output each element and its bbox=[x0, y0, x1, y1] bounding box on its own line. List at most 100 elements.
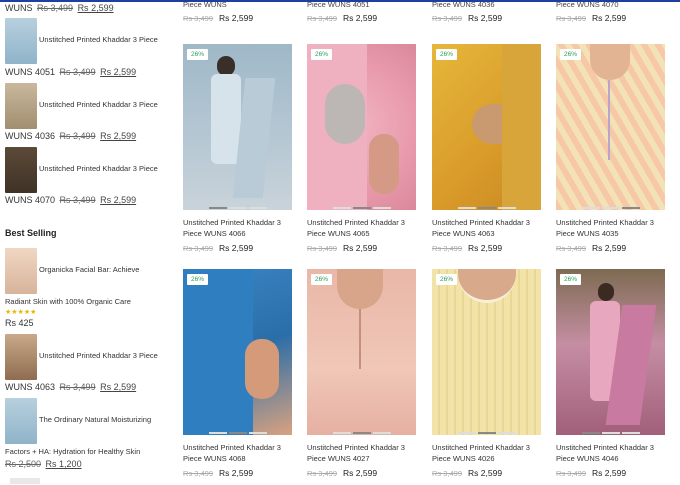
product-price: Rs 3,499 Rs 2,599 bbox=[432, 243, 503, 253]
sidebar: WUNS Rs 3,499 Rs 2,599 Unstitched Printe… bbox=[0, 0, 168, 485]
sidebar-next-thumbnail bbox=[10, 478, 40, 484]
product-price: Rs 3,499 Rs 2,599 bbox=[556, 468, 627, 478]
product-price: Rs 3,499 Rs 2,599 bbox=[556, 243, 627, 253]
image-carousel-indicator bbox=[432, 432, 541, 435]
discount-badge: 26% bbox=[311, 49, 333, 60]
discount-badge: 26% bbox=[436, 274, 458, 285]
product-card[interactable]: 26% Unstitched Printed Khaddar 3 Piece W… bbox=[556, 269, 665, 478]
product-title[interactable]: Piece WUNS 4036 bbox=[432, 0, 502, 9]
product-image[interactable]: 26% bbox=[183, 44, 292, 210]
placket-line bbox=[359, 309, 361, 369]
product-card[interactable]: 26% Unstitched Printed Khaddar 3 Piece W… bbox=[307, 44, 416, 253]
sidebar-product-title[interactable]: Organicka Facial Bar: Achieve bbox=[39, 265, 139, 274]
sidebar-product-title[interactable]: The Ordinary Natural Moisturizing bbox=[39, 415, 151, 424]
product-card[interactable]: 26% Unstitched Printed Khaddar 3 Piece W… bbox=[432, 269, 541, 478]
model-head bbox=[217, 56, 235, 76]
sidebar-top-price: WUNS Rs 3,499 Rs 2,599 bbox=[5, 3, 114, 13]
product-image[interactable]: 26% bbox=[432, 269, 541, 435]
product-title[interactable]: Piece WUNS 4051 bbox=[307, 0, 377, 9]
sidebar-product-title[interactable]: Unstitched Printed Khaddar 3 Piece bbox=[39, 351, 158, 360]
sidebar-product-price: WUNS 4051 Rs 3,499 Rs 2,599 bbox=[5, 67, 137, 77]
product-thumbnail[interactable] bbox=[5, 18, 37, 64]
product-title[interactable]: Unstitched Printed Khaddar 3 Piece WUNS … bbox=[307, 443, 416, 464]
product-price: Rs 3,499 Rs 2,599 bbox=[432, 468, 503, 478]
partial-product-card[interactable]: Piece WUNS 4036 Rs 3,499 Rs 2,599 bbox=[432, 0, 502, 23]
model-neck bbox=[590, 44, 630, 80]
product-card[interactable]: 26% Unstitched Printed Khaddar 3 Piece W… bbox=[432, 44, 541, 253]
product-image[interactable]: 26% bbox=[556, 44, 665, 210]
discount-badge: 26% bbox=[436, 49, 458, 60]
discount-badge: 26% bbox=[187, 49, 209, 60]
product-title[interactable]: Unstitched Printed Khaddar 3 Piece WUNS … bbox=[432, 443, 541, 464]
product-thumbnail[interactable] bbox=[5, 398, 37, 444]
sidebar-product-item[interactable]: The Ordinary Natural Moisturizing bbox=[5, 398, 165, 444]
sidebar-product-item[interactable]: Unstitched Printed Khaddar 3 Piece bbox=[5, 334, 165, 380]
sidebar-product-title[interactable]: Unstitched Printed Khaddar 3 Piece bbox=[39, 164, 158, 173]
product-card[interactable]: 26% Unstitched Printed Khaddar 3 Piece W… bbox=[307, 269, 416, 478]
product-card[interactable]: 26% Unstitched Printed Khaddar 3 Piece W… bbox=[183, 44, 292, 253]
product-price: Rs 3,499 Rs 2,599 bbox=[307, 468, 378, 478]
product-price: Rs 3,499 Rs 2,599 bbox=[183, 468, 254, 478]
product-card[interactable]: 26% Unstitched Printed Khaddar 3 Piece W… bbox=[556, 44, 665, 253]
sidebar-product-item[interactable]: Unstitched Printed Khaddar 3 Piece bbox=[5, 18, 165, 64]
product-grid: Piece WUNS Rs 3,499 Rs 2,599 Piece WUNS 4… bbox=[183, 0, 680, 485]
image-carousel-indicator bbox=[556, 207, 665, 210]
product-image[interactable]: 26% bbox=[183, 269, 292, 435]
sidebar-product-title-continued[interactable]: Radiant Skin with 100% Organic Care bbox=[5, 297, 131, 306]
product-image[interactable]: 26% bbox=[432, 44, 541, 210]
product-thumbnail[interactable] bbox=[5, 147, 37, 193]
sidebar-product-item[interactable]: Organicka Facial Bar: Achieve bbox=[5, 248, 165, 294]
product-price: Rs 3,499 Rs 2,599 bbox=[307, 243, 378, 253]
product-title[interactable]: Unstitched Printed Khaddar 3 Piece WUNS … bbox=[307, 218, 416, 239]
placket-line bbox=[608, 80, 610, 160]
product-price: Rs 3,499 Rs 2,599 bbox=[307, 13, 378, 23]
product-title[interactable]: Piece WUNS 4070 bbox=[556, 0, 626, 9]
image-carousel-indicator bbox=[307, 432, 416, 435]
sidebar-product-title-continued[interactable]: Factors + HA: Hydration for Healthy Skin bbox=[5, 447, 140, 456]
product-price: Rs 3,499 Rs 2,599 bbox=[183, 13, 254, 23]
model-neck bbox=[337, 269, 383, 309]
sidebar-product-item[interactable]: Unstitched Printed Khaddar 3 Piece bbox=[5, 83, 165, 129]
image-carousel-indicator bbox=[556, 432, 665, 435]
product-title[interactable]: Unstitched Printed Khaddar 3 Piece WUNS … bbox=[183, 443, 292, 464]
product-price: Rs 3,499 Rs 2,599 bbox=[556, 13, 627, 23]
model-neck bbox=[458, 269, 516, 303]
partial-product-card[interactable]: Piece WUNS 4070 Rs 3,499 Rs 2,599 bbox=[556, 0, 626, 23]
best-selling-heading: Best Selling bbox=[5, 228, 57, 238]
partial-product-card[interactable]: Piece WUNS Rs 3,499 Rs 2,599 bbox=[183, 0, 253, 23]
sidebar-product-title[interactable]: Unstitched Printed Khaddar 3 Piece bbox=[39, 35, 158, 44]
discount-badge: 26% bbox=[187, 274, 209, 285]
product-thumbnail[interactable] bbox=[5, 248, 37, 294]
discount-badge: 26% bbox=[560, 274, 582, 285]
sidebar-product-price: WUNS 4036 Rs 3,499 Rs 2,599 bbox=[5, 131, 137, 141]
rating-stars: ★★★★★ bbox=[5, 309, 37, 316]
product-thumbnail[interactable] bbox=[5, 83, 37, 129]
product-price: Rs 3,499 Rs 2,599 bbox=[432, 13, 503, 23]
product-title[interactable]: Unstitched Printed Khaddar 3 Piece WUNS … bbox=[556, 443, 665, 464]
discount-badge: 26% bbox=[311, 274, 333, 285]
product-title[interactable]: Unstitched Printed Khaddar 3 Piece WUNS … bbox=[183, 218, 292, 239]
product-image[interactable]: 26% bbox=[307, 44, 416, 210]
model-hand bbox=[369, 134, 399, 194]
product-title[interactable]: Unstitched Printed Khaddar 3 Piece WUNS … bbox=[556, 218, 665, 239]
model-outfit bbox=[211, 74, 241, 164]
sidebar-product-price: WUNS 4063 Rs 3,499 Rs 2,599 bbox=[5, 382, 137, 392]
image-carousel-indicator bbox=[183, 432, 292, 435]
sidebar-product-price: WUNS 4070 Rs 3,499 Rs 2,599 bbox=[5, 195, 137, 205]
sidebar-product-title[interactable]: Unstitched Printed Khaddar 3 Piece bbox=[39, 100, 158, 109]
image-carousel-indicator bbox=[432, 207, 541, 210]
product-price: Rs 3,499 Rs 2,599 bbox=[183, 243, 254, 253]
fabric-drape bbox=[502, 44, 541, 210]
product-title[interactable]: Piece WUNS bbox=[183, 0, 253, 9]
model-hand bbox=[245, 339, 279, 399]
product-image[interactable]: 26% bbox=[307, 269, 416, 435]
product-card[interactable]: 26% Unstitched Printed Khaddar 3 Piece W… bbox=[183, 269, 292, 478]
model-head bbox=[598, 283, 614, 301]
sidebar-product-item[interactable]: Unstitched Printed Khaddar 3 Piece bbox=[5, 147, 165, 193]
product-image[interactable]: 26% bbox=[556, 269, 665, 435]
product-title[interactable]: Unstitched Printed Khaddar 3 Piece WUNS … bbox=[432, 218, 541, 239]
partial-product-card[interactable]: Piece WUNS 4051 Rs 3,499 Rs 2,599 bbox=[307, 0, 377, 23]
product-thumbnail[interactable] bbox=[5, 334, 37, 380]
floral-print bbox=[325, 84, 365, 144]
sidebar-product-price: Rs 2,500 Rs 1,200 bbox=[5, 459, 82, 469]
